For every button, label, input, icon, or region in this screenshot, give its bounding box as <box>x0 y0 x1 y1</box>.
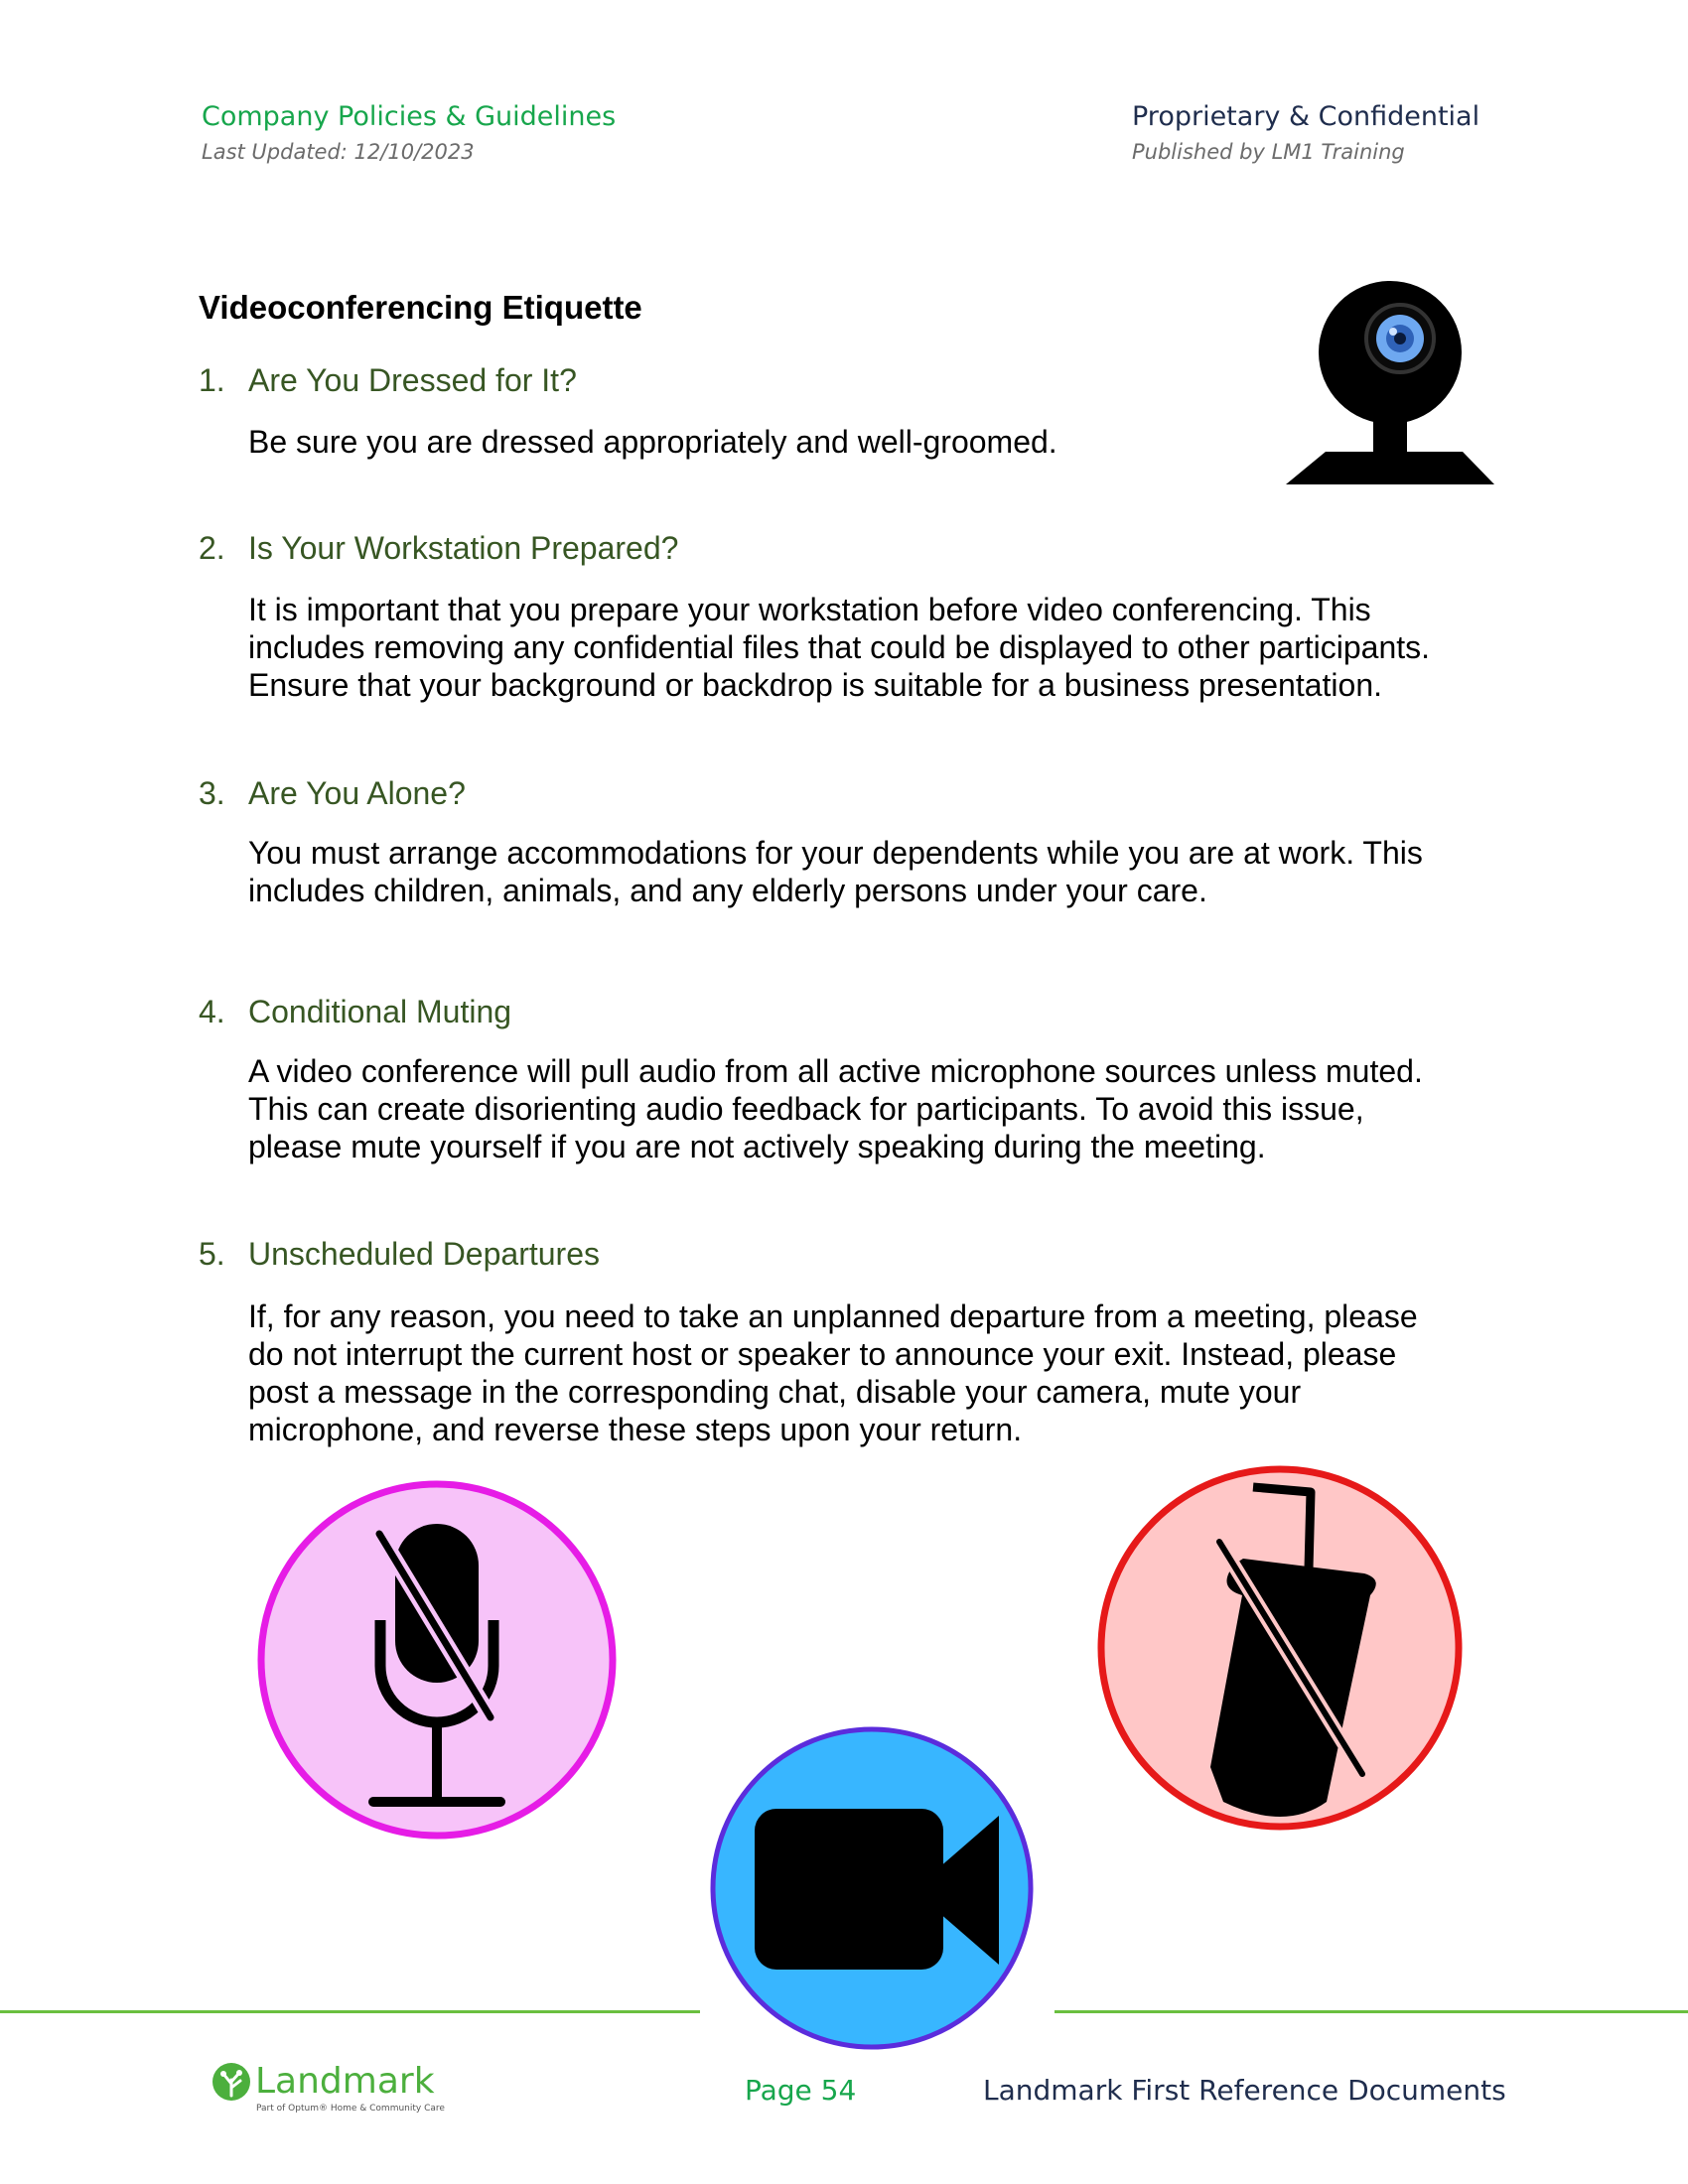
document-title: Videoconferencing Etiquette <box>199 289 642 326</box>
footer-reference: Landmark First Reference Documents <box>983 2074 1506 2107</box>
body-line: You must arrange accommodations for your… <box>248 835 1423 871</box>
body-line: do not interrupt the current host or spe… <box>248 1336 1397 1372</box>
footer-rule-left <box>0 2010 700 2013</box>
item-3-body: You must arrange accommodations for your… <box>248 834 1499 909</box>
video-camera-icon <box>708 1724 1036 2052</box>
body-line: It is important that you prepare your wo… <box>248 592 1371 627</box>
landmark-logo-icon <box>212 2063 250 2101</box>
header-right-title: Proprietary & Confidential <box>1132 101 1480 132</box>
body-line: post a message in the corresponding chat… <box>248 1374 1302 1410</box>
item-number: 2. <box>199 530 225 566</box>
landmark-logo: Landmark Part of Optum® Home & Community… <box>211 2062 445 2114</box>
item-2-heading: 2. Is Your Workstation Prepared? <box>199 529 678 567</box>
item-heading-text: Is Your Workstation Prepared? <box>248 530 679 566</box>
item-4-heading: 4. Conditional Muting <box>199 993 511 1030</box>
item-3-heading: 3. Are You Alone? <box>199 774 466 812</box>
item-number: 1. <box>199 362 225 398</box>
no-drinks-icon <box>1096 1464 1464 1832</box>
item-heading-text: Conditional Muting <box>248 994 512 1029</box>
item-1-heading: 1. Are You Dressed for It? <box>199 361 577 399</box>
body-line: A video conference will pull audio from … <box>248 1053 1423 1089</box>
landmark-logo-tagline: Part of Optum® Home & Community Care <box>256 2104 445 2114</box>
item-number: 3. <box>199 775 225 811</box>
body-line: includes removing any confidential files… <box>248 629 1431 665</box>
header-last-updated: Last Updated: 12/10/2023 <box>202 140 475 164</box>
header-publisher: Published by LM1 Training <box>1132 140 1405 164</box>
footer-rule-right <box>1055 2010 1688 2013</box>
body-line: Be sure you are dressed appropriately an… <box>248 424 1057 460</box>
item-5-body: If, for any reason, you need to take an … <box>248 1297 1499 1448</box>
item-4-body: A video conference will pull audio from … <box>248 1052 1499 1165</box>
body-line: please mute yourself if you are not acti… <box>248 1129 1266 1164</box>
body-line: Ensure that your background or backdrop … <box>248 667 1382 703</box>
page-number: Page 54 <box>745 2074 857 2107</box>
item-heading-text: Are You Alone? <box>248 775 466 811</box>
body-line: microphone, and reverse these steps upon… <box>248 1412 1023 1447</box>
item-number: 5. <box>199 1236 225 1272</box>
body-line: This can create disorienting audio feedb… <box>248 1091 1364 1127</box>
item-2-body: It is important that you prepare your wo… <box>248 591 1499 704</box>
header-left-title: Company Policies & Guidelines <box>202 101 617 132</box>
item-5-heading: 5. Unscheduled Departures <box>199 1235 600 1273</box>
muted-microphone-icon <box>256 1479 618 1841</box>
landmark-logo-text: Landmark <box>255 2061 435 2102</box>
item-1-body: Be sure you are dressed appropriately an… <box>248 423 1499 461</box>
item-heading-text: Are You Dressed for It? <box>248 362 577 398</box>
body-line: includes children, animals, and any elde… <box>248 873 1207 908</box>
item-number: 4. <box>199 994 225 1029</box>
body-line: If, for any reason, you need to take an … <box>248 1298 1418 1334</box>
item-heading-text: Unscheduled Departures <box>248 1236 600 1272</box>
